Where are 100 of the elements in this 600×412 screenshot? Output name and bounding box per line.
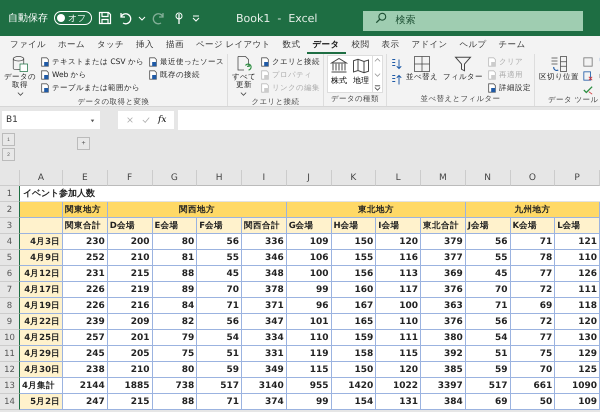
table-cell: 113	[376, 266, 421, 282]
table-cell: 349	[242, 362, 287, 378]
row-header[interactable]: 8	[0, 298, 20, 314]
remove-duplicates-icon[interactable]	[582, 71, 593, 81]
table-cell: 78	[510, 250, 556, 266]
row-header[interactable]: 14	[0, 394, 20, 410]
column-header[interactable]: H	[197, 170, 242, 186]
customize-icon[interactable]	[192, 14, 200, 22]
table-cell: 110	[286, 330, 332, 346]
table-cell: 110	[555, 250, 600, 266]
row-header[interactable]: 9	[0, 314, 20, 330]
caret-icon[interactable]	[138, 14, 146, 22]
table-cell: 117	[376, 282, 421, 298]
save-icon[interactable]	[98, 11, 112, 25]
formula-field[interactable]	[178, 110, 600, 130]
table-cell: 210	[108, 362, 152, 378]
table-cell: 54	[197, 330, 242, 346]
ribbon-tab[interactable]: 校閲	[346, 36, 376, 54]
name-box[interactable]: B1	[2, 111, 100, 129]
table-cell: 226	[63, 282, 108, 298]
table-cell: 82	[152, 314, 198, 330]
column-header[interactable]: E	[63, 170, 108, 186]
column-header[interactable]: M	[421, 170, 466, 186]
column-header[interactable]: L	[376, 170, 421, 186]
table-cell: 215	[108, 266, 152, 282]
column-header[interactable]: P	[555, 170, 600, 186]
column-header[interactable]: K	[332, 170, 376, 186]
table-cell: 55	[197, 250, 242, 266]
sort-descending-icon[interactable]	[390, 74, 402, 86]
ribbon-tab[interactable]: アドイン	[406, 36, 454, 54]
table-cell: 89	[152, 282, 198, 298]
row-header[interactable]: 6	[0, 266, 20, 282]
table-cell: 374	[242, 394, 287, 410]
table-cell: 99	[286, 394, 332, 410]
table-cell: 2144	[63, 378, 108, 394]
row-header[interactable]: 3	[0, 218, 20, 234]
column-header[interactable]: J	[286, 170, 332, 186]
column-header-cell: H会場	[332, 218, 376, 234]
table-cell: 71	[510, 234, 556, 250]
table-cell: 363	[421, 298, 466, 314]
row-header[interactable]: 12	[0, 362, 20, 378]
undo-icon[interactable]	[118, 11, 132, 25]
table-cell	[20, 202, 63, 218]
ribbon-tab[interactable]: ページ レイアウト	[190, 36, 277, 54]
ribbon-tab[interactable]: データ	[306, 36, 346, 54]
ribbon-tab[interactable]: チーム	[492, 36, 532, 54]
row-header[interactable]: 13	[0, 378, 20, 394]
validation-icon[interactable]	[582, 85, 593, 95]
ribbon-tab[interactable]: 描画	[160, 36, 190, 54]
table-cell: 70	[197, 282, 242, 298]
row-header[interactable]: 10	[0, 330, 20, 346]
data-type-button[interactable]: 地理	[350, 56, 372, 92]
ribbon-tab[interactable]: 挿入	[130, 36, 160, 54]
sort-ascending-icon[interactable]	[390, 58, 402, 70]
column-header[interactable]: I	[242, 170, 287, 186]
table-cell: 215	[108, 394, 152, 410]
table-cell: 376	[421, 314, 466, 330]
table-cell: 121	[555, 234, 600, 250]
more-icon[interactable]	[374, 84, 381, 91]
row-header[interactable]: 1	[0, 186, 20, 202]
table-cell: 55	[466, 250, 510, 266]
table-cell: 379	[421, 234, 466, 250]
row-header[interactable]: 5	[0, 250, 20, 266]
row-header[interactable]: 4	[0, 234, 20, 250]
column-header[interactable]: F	[108, 170, 152, 186]
row-label-cell: 4月12日	[20, 266, 63, 282]
row-header[interactable]: 2	[0, 202, 20, 218]
table-cell: 216	[108, 298, 152, 314]
table-cell: 45	[466, 266, 510, 282]
column-header[interactable]: G	[152, 170, 198, 186]
column-header[interactable]: A	[20, 170, 63, 186]
column-header-cell: 関東合計	[63, 218, 108, 234]
column-header[interactable]: N	[466, 170, 510, 186]
ribbon-tab[interactable]: ヘルプ	[454, 36, 493, 54]
row-label-cell: 4月29日	[20, 346, 63, 362]
data-type-button[interactable]: 株式	[328, 56, 350, 92]
row-header[interactable]: 11	[0, 346, 20, 362]
ribbon-tab[interactable]: 数式	[276, 36, 307, 54]
row-label-cell: 4月19日	[20, 298, 63, 314]
row-label-cell: 4月集計	[20, 378, 63, 394]
table-cell: 159	[332, 330, 376, 346]
table-cell: 392	[421, 346, 466, 362]
column-header-cell: E会場	[152, 218, 198, 234]
table-cell: 156	[332, 266, 376, 282]
column-header[interactable]: O	[510, 170, 556, 186]
ribbon-tab[interactable]: 表示	[376, 36, 406, 54]
ribbon-tab[interactable]: ファイル	[4, 36, 52, 54]
ribbon-tab[interactable]: タッチ	[91, 36, 130, 54]
insert-function-button[interactable]: fx	[158, 115, 166, 125]
row-header[interactable]: 7	[0, 282, 20, 298]
scroll-up-icon[interactable]	[374, 57, 381, 64]
table-cell: 205	[108, 346, 152, 362]
ribbon-tab[interactable]: ホーム	[52, 36, 91, 54]
table-cell: 661	[510, 378, 556, 394]
autosave-toggle[interactable]: オフ	[54, 11, 92, 25]
column-header-cell: J会場	[466, 218, 510, 234]
search-field[interactable]: 検索	[363, 10, 584, 30]
column-group-header: 関東地方	[63, 202, 108, 218]
scroll-down-icon[interactable]	[374, 70, 381, 78]
redo-icon[interactable]	[152, 11, 166, 25]
